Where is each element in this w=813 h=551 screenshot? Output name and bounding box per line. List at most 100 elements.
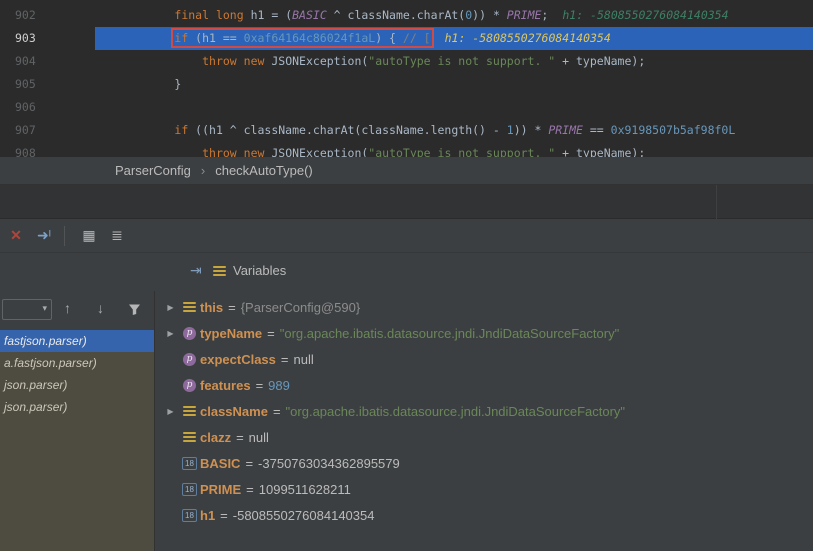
breakpoint-highlight-box: if (h1 == 0xaf64164c86024f1aL) { // [ — [174, 31, 430, 45]
variable-name: typeName — [200, 326, 262, 341]
variable-name: expectClass — [200, 352, 276, 367]
equals-sign: = — [246, 482, 254, 497]
variable-value: 1099511628211 — [259, 482, 351, 497]
variable-value: "org.apache.ibatis.datasource.jndi.JndiD… — [286, 404, 625, 419]
code-token: == — [583, 123, 611, 137]
code-token: + typeName); — [555, 54, 645, 68]
code-token: 0xaf64164c86024f1aL — [244, 31, 376, 45]
equals-sign: = — [267, 326, 275, 341]
variable-row[interactable]: ▶ptypeName="org.apache.ibatis.datasource… — [156, 320, 813, 346]
code-token: if — [174, 123, 188, 137]
code-token: PRIME — [507, 8, 542, 22]
editor-code-area: final long h1 = (BASIC ^ className.charA… — [0, 4, 813, 157]
variable-row[interactable]: pexpectClass=null — [156, 346, 813, 372]
parameter-icon: p — [183, 327, 196, 340]
code-line[interactable]: } — [0, 73, 813, 96]
evaluate-expression-icon[interactable]: ▦ — [77, 227, 101, 244]
code-token — [119, 123, 174, 137]
variable-value: {ParserConfig@590} — [241, 300, 360, 315]
primitive-icon: 18 — [182, 457, 197, 470]
run-to-cursor-icon[interactable]: ➜ᴵ — [32, 227, 56, 244]
code-line[interactable] — [0, 96, 813, 119]
code-line[interactable]: throw new JSONException("autoType is not… — [0, 50, 813, 73]
variable-row[interactable]: 18PRIME=1099511628211 — [156, 476, 813, 502]
code-token: if — [174, 31, 188, 45]
variable-value: -5808550276084140354 — [233, 508, 375, 523]
breadcrumb-class[interactable]: ParserConfig — [115, 163, 191, 178]
chevron-down-icon: ▾ — [42, 303, 47, 314]
variable-row[interactable]: 18h1 = -5808550276084140354 — [156, 502, 813, 528]
parameter-icon: p — [183, 379, 196, 392]
variable-name: this — [200, 300, 223, 315]
code-token: BASIC — [292, 8, 327, 22]
code-token — [119, 146, 202, 157]
primitive-icon: 18 — [182, 509, 197, 522]
variable-value: null — [249, 430, 269, 445]
stack-frame[interactable]: json.parser) — [0, 396, 154, 418]
panel-divider — [716, 185, 717, 219]
equals-sign: = — [220, 508, 228, 523]
variables-icon — [213, 264, 226, 278]
breadcrumb-method[interactable]: checkAutoType() — [215, 163, 313, 178]
variable-row[interactable]: ▶className="org.apache.ibatis.datasource… — [156, 398, 813, 424]
expand-arrow-icon[interactable]: ▶ — [162, 407, 179, 416]
show-execution-point-icon[interactable]: ⇥ — [190, 262, 202, 279]
code-line[interactable]: final long h1 = (BASIC ^ className.charA… — [0, 4, 813, 27]
code-token: // [ — [403, 31, 431, 45]
ide-debugger-window: 902903904905906907908 final long h1 = (B… — [0, 0, 813, 551]
variable-type-icon — [179, 300, 200, 314]
variable-name: h1 — [200, 508, 215, 523]
debugger-tab-strip: ⇥ Variables — [0, 253, 813, 291]
stack-frame[interactable]: fastjson.parser) — [0, 330, 154, 352]
code-token: h1 = ( — [244, 8, 292, 22]
variable-name: className — [200, 404, 268, 419]
code-token: )) * — [472, 8, 507, 22]
variable-name: features — [200, 378, 251, 393]
primitive-icon: 18 — [182, 483, 197, 496]
tab-variables[interactable]: Variables — [213, 263, 286, 278]
code-editor[interactable]: 902903904905906907908 final long h1 = (B… — [0, 0, 813, 157]
code-line[interactable]: if (h1 == 0xaf64164c86024f1aL) { // [h1:… — [0, 27, 813, 50]
object-icon — [183, 300, 196, 314]
code-token: long — [216, 8, 244, 22]
code-token — [119, 8, 174, 22]
variable-row[interactable]: ▶this={ParserConfig@590} — [156, 294, 813, 320]
equals-sign: = — [281, 352, 289, 367]
filter-icon[interactable] — [128, 303, 141, 318]
code-token: ) { — [375, 31, 403, 45]
equals-sign: = — [256, 378, 264, 393]
code-token: 1 — [507, 123, 514, 137]
stack-frame[interactable]: a.fastjson.parser) — [0, 352, 154, 374]
code-token: PRIME — [548, 123, 583, 137]
code-token: )) * — [514, 123, 549, 137]
code-token: ; — [541, 8, 548, 22]
frames-toolbar: ▾ ↑ ↓ — [0, 291, 154, 330]
expand-arrow-icon[interactable]: ▶ — [162, 303, 179, 312]
variable-value: -3750763034362895579 — [258, 456, 400, 471]
code-token — [119, 54, 202, 68]
code-token: JSONException( — [264, 146, 368, 157]
variable-type-icon: p — [179, 379, 200, 392]
expand-arrow-icon[interactable]: ▶ — [162, 329, 179, 338]
stack-frame[interactable]: json.parser) — [0, 374, 154, 396]
toolbar-separator — [64, 226, 65, 246]
variable-row[interactable]: 18BASIC=-3750763034362895579 — [156, 450, 813, 476]
stack-frames-list: fastjson.parser)a.fastjson.parser)json.p… — [0, 330, 154, 551]
variable-type-icon: p — [179, 353, 200, 366]
code-line[interactable]: throw new JSONException("autoType is not… — [0, 142, 813, 157]
debug-toolbar: ✕ ➜ᴵ ▦ ≣ — [0, 219, 813, 253]
view-options-icon[interactable]: ≣ — [105, 227, 129, 244]
code-token — [237, 146, 244, 157]
tab-label: Variables — [233, 263, 286, 278]
mute-breakpoints-icon[interactable]: ✕ — [4, 227, 28, 244]
equals-sign: = — [236, 430, 244, 445]
code-token: throw — [202, 146, 237, 157]
variable-row[interactable]: clazz=null — [156, 424, 813, 450]
code-token: ^ className.charAt( — [327, 8, 465, 22]
variable-row[interactable]: pfeatures=989 — [156, 372, 813, 398]
code-line[interactable]: if ((h1 ^ className.charAt(className.len… — [0, 119, 813, 142]
code-token: new — [244, 54, 265, 68]
thread-selector-dropdown[interactable]: ▾ — [2, 299, 52, 320]
frame-down-icon[interactable]: ↓ — [97, 301, 104, 315]
frame-up-icon[interactable]: ↑ — [64, 301, 71, 315]
